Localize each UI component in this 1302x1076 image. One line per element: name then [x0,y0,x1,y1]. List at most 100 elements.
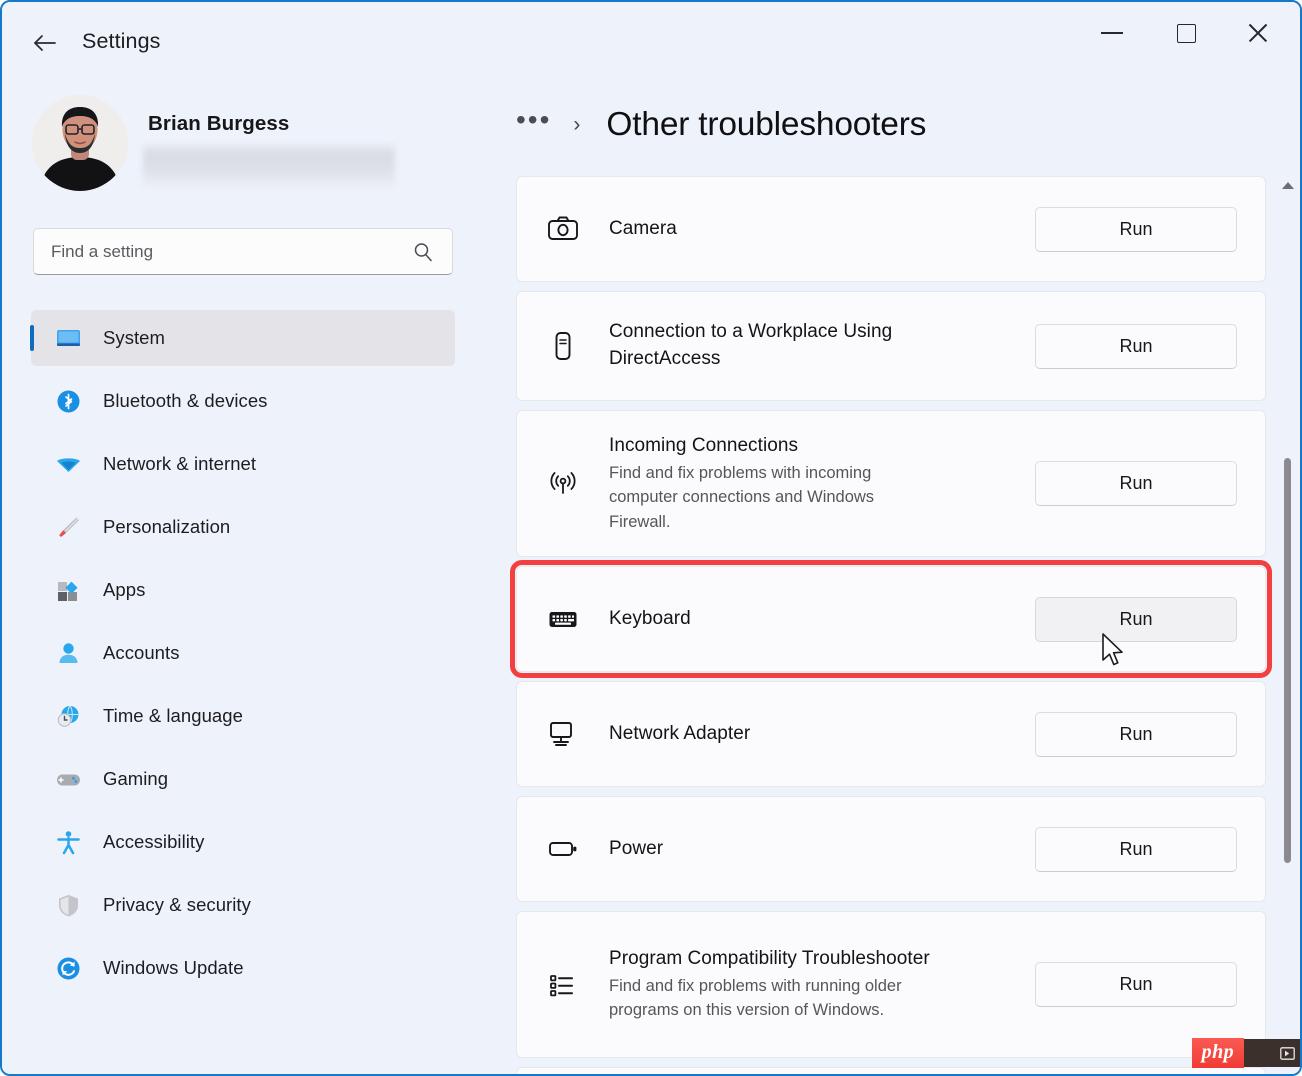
sidebar-item-label: Apps [103,579,146,600]
troubleshooter-text: Incoming Connections Find and fix proble… [609,433,1035,534]
sidebar-item-label: Accessibility [103,831,205,852]
scroll-thumb[interactable] [1284,458,1291,863]
sidebar-item-label: Personalization [103,516,231,537]
search-box[interactable] [33,228,453,275]
shield-icon [50,892,86,919]
navigation-list: System Bluetooth & devices Network & int… [2,310,494,1003]
troubleshooter-title: Program Compatibility Troubleshooter [609,948,930,970]
troubleshooter-row-partial[interactable] [516,1067,1266,1074]
run-button[interactable]: Run [1035,596,1237,642]
watermark-badge [1244,1039,1300,1067]
camera-icon [517,212,609,246]
gamepad-icon [50,766,86,793]
watermark: php [1191,1038,1300,1068]
chevron-right-icon: › [573,113,581,136]
troubleshooter-title: Power [609,837,664,859]
run-button[interactable]: Run [1035,323,1237,369]
vertical-scrollbar[interactable] [1278,176,1298,1074]
profile-name: Brian Burgess [148,112,290,135]
back-arrow-icon [34,35,56,51]
sidebar-item-bluetooth-devices[interactable]: Bluetooth & devices [31,373,455,429]
keyboard-icon [517,602,609,636]
troubleshooter-row-directaccess[interactable]: Connection to a Workplace Using DirectAc… [516,291,1266,401]
breadcrumb: ••• › Other troubleshooters [516,94,926,156]
sidebar-item-label: Network & internet [103,453,257,474]
sidebar-item-gaming[interactable]: Gaming [31,751,455,807]
wifi-icon [50,451,86,478]
back-button[interactable] [24,22,66,64]
sidebar-item-system[interactable]: System [30,310,455,366]
troubleshooter-description: Find and fix problems with incoming comp… [609,464,875,531]
troubleshooter-row-keyboard[interactable]: Keyboard Run [510,560,1272,678]
sidebar-item-personalization[interactable]: Personalization [31,499,455,555]
sidebar-item-label: Privacy & security [103,894,251,915]
troubleshooter-text: Camera [609,216,1035,243]
sidebar: Brian Burgess S [2,80,494,1074]
network-adapter-icon [517,717,609,751]
sidebar-item-label: System [103,327,165,348]
troubleshooter-text: Network Adapter [609,721,1035,748]
sidebar-item-accessibility[interactable]: Accessibility [31,814,455,870]
broadcast-icon [517,467,609,501]
sidebar-item-label: Time & language [103,705,243,726]
main-content: ••• › Other troubleshooters Camera Run C… [494,80,1300,1074]
scroll-up-icon[interactable] [1282,182,1294,189]
minimize-button[interactable] [1082,10,1142,56]
sidebar-item-time-language[interactable]: Time & language [31,688,455,744]
sidebar-item-apps[interactable]: Apps [31,562,455,618]
troubleshooter-row-camera[interactable]: Camera Run [516,176,1266,282]
run-button[interactable]: Run [1035,962,1237,1007]
troubleshooter-description: Find and fix problems with running older… [609,977,902,1020]
paintbrush-icon [50,514,86,541]
close-icon [1246,21,1270,45]
sidebar-item-network-internet[interactable]: Network & internet [31,436,455,492]
troubleshooter-text: Connection to a Workplace Using DirectAc… [609,319,1035,373]
sidebar-item-label: Gaming [103,768,169,789]
app-title: Settings [82,29,161,53]
troubleshooter-row-program-compatibility[interactable]: Program Compatibility Troubleshooter Fin… [516,911,1266,1058]
clock-globe-icon [50,703,86,730]
run-button[interactable]: Run [1035,206,1237,252]
troubleshooter-title: Incoming Connections [609,435,798,457]
sidebar-item-privacy-security[interactable]: Privacy & security [31,877,455,933]
troubleshooter-text: Program Compatibility Troubleshooter Fin… [609,946,1035,1022]
update-icon [50,955,86,982]
troubleshooter-row-power[interactable]: Power Run [516,796,1266,902]
troubleshooters-list: Camera Run Connection to a Workplace Usi… [494,176,1300,1074]
device-icon [517,329,609,363]
apps-icon [50,577,86,604]
run-button[interactable]: Run [1035,826,1237,872]
run-button[interactable]: Run [1035,461,1237,506]
close-button[interactable] [1228,10,1288,56]
troubleshooter-row-network-adapter[interactable]: Network Adapter Run [516,681,1266,787]
maximize-icon [1176,23,1196,43]
profile-email-redacted [143,144,395,188]
person-icon [50,640,86,667]
maximize-button[interactable] [1156,10,1216,56]
sidebar-item-accounts[interactable]: Accounts [31,625,455,681]
title-bar: Settings [2,2,1300,80]
page-title: Other troubleshooters [606,106,927,143]
troubleshooter-title: Network Adapter [609,722,751,744]
sidebar-item-label: Accounts [103,642,180,663]
sidebar-item-label: Windows Update [103,957,244,978]
battery-icon [517,832,609,866]
screen-icon [1280,1046,1295,1060]
php-logo: php [1191,1038,1244,1068]
troubleshooter-row-incoming-connections[interactable]: Incoming Connections Find and fix proble… [516,410,1266,557]
list-icon [517,968,609,1002]
troubleshooter-title: Keyboard [609,607,691,629]
run-button[interactable]: Run [1035,711,1237,757]
avatar-photo-icon [32,95,128,191]
sidebar-item-windows-update[interactable]: Windows Update [31,940,455,996]
troubleshooter-title: Connection to a Workplace Using DirectAc… [609,321,893,369]
breadcrumb-overflow-button[interactable]: ••• [516,106,551,144]
settings-window: Settings Brian Burgess Find a setting Sy… [0,0,1302,1076]
user-profile[interactable]: Brian Burgess [32,92,452,202]
monitor-icon [50,325,86,352]
troubleshooter-text: Keyboard [609,606,1035,633]
minimize-icon [1101,32,1123,34]
sidebar-item-label: Bluetooth & devices [103,390,268,411]
search-input[interactable] [34,241,412,262]
bluetooth-icon [50,388,86,415]
